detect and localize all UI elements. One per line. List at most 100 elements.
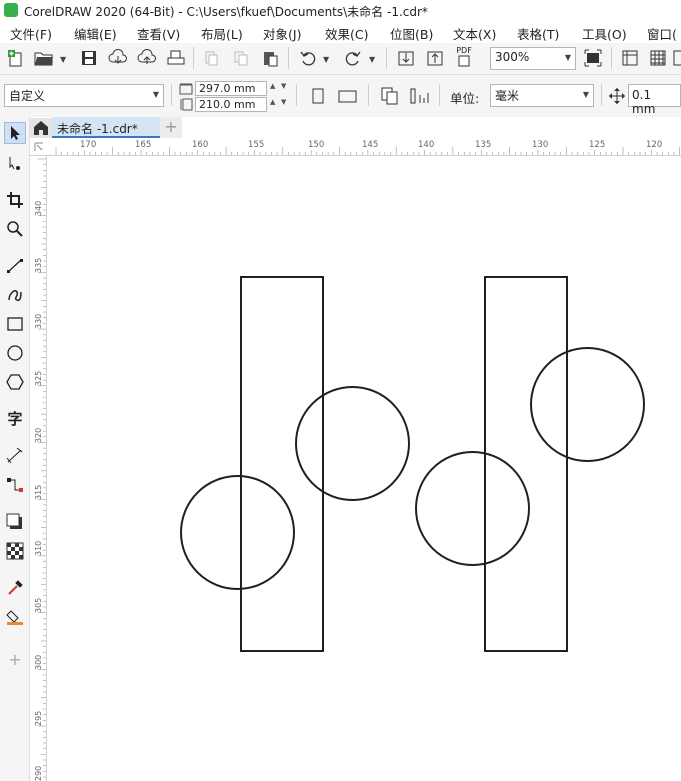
- cloud-upload-icon[interactable]: [136, 47, 158, 69]
- ruler-label: 295: [34, 710, 43, 726]
- landscape-icon[interactable]: [337, 87, 359, 105]
- menu-effects[interactable]: 效果(C): [325, 24, 368, 43]
- text-tool-icon[interactable]: 字: [4, 407, 26, 429]
- ruler-label: 130: [532, 140, 549, 150]
- open-dropdown-icon[interactable]: ▼: [60, 55, 66, 64]
- crop-tool-icon[interactable]: [4, 189, 26, 211]
- spin-up-icon[interactable]: ▲: [270, 82, 275, 90]
- rectangle-right[interactable]: [484, 276, 568, 652]
- menu-window[interactable]: 窗口(: [647, 24, 677, 43]
- export-icon[interactable]: [424, 47, 446, 69]
- standard-toolbar: ▼ ▼ ▼ PDF 300% ▼: [0, 43, 681, 75]
- pdf-label: PDF: [456, 46, 472, 55]
- all-pages-icon[interactable]: [379, 85, 401, 107]
- import-icon[interactable]: [395, 47, 417, 69]
- rectangle-tool-icon[interactable]: [4, 313, 26, 335]
- save-icon[interactable]: [78, 47, 100, 69]
- circle-lower-left[interactable]: [180, 475, 295, 590]
- property-bar: 自定义 ▼ 297.0 mm ▲ ▼ 210.0 mm ▲ ▼ 单位: 毫米 ▼…: [0, 75, 681, 118]
- polygon-tool-icon[interactable]: [4, 371, 26, 393]
- redo-icon[interactable]: [342, 47, 364, 69]
- undo-icon[interactable]: [297, 47, 319, 69]
- separator: [171, 84, 172, 106]
- show-grid-icon[interactable]: [647, 47, 669, 69]
- add-tool-icon[interactable]: +: [4, 648, 26, 670]
- menu-layout[interactable]: 布局(L): [201, 24, 243, 43]
- menu-view[interactable]: 查看(V): [137, 24, 180, 43]
- spin-down-icon[interactable]: ▼: [281, 82, 286, 90]
- separator: [193, 47, 194, 69]
- ruler-label: 330: [34, 313, 43, 329]
- circle-upper-left[interactable]: [295, 386, 410, 501]
- spin-down-icon[interactable]: ▼: [281, 98, 286, 106]
- ruler-label: 170: [80, 140, 97, 150]
- menu-edit[interactable]: 编辑(E): [74, 24, 117, 43]
- menu-file[interactable]: 文件(F): [10, 24, 52, 43]
- new-document-icon[interactable]: [5, 47, 27, 69]
- connector-tool-icon[interactable]: [4, 474, 26, 496]
- page-size-preset-value: 自定义: [9, 89, 46, 103]
- artistic-media-tool-icon[interactable]: [4, 283, 26, 305]
- full-screen-icon[interactable]: [582, 47, 604, 69]
- menu-object[interactable]: 对象(J): [263, 24, 301, 43]
- cloud-download-icon[interactable]: [107, 47, 129, 69]
- show-rulers-icon[interactable]: [619, 47, 641, 69]
- snap-to-icon[interactable]: [672, 47, 681, 69]
- portrait-icon[interactable]: [310, 87, 326, 105]
- circle-upper-right[interactable]: [530, 347, 645, 462]
- open-folder-icon[interactable]: [33, 47, 55, 69]
- ruler-origin-icon[interactable]: [34, 142, 44, 152]
- separator: [439, 84, 440, 106]
- chevron-down-icon: ▼: [564, 53, 571, 62]
- title-bar: CorelDRAW 2020 (64-Bit) - C:\Users\fkuef…: [0, 0, 681, 21]
- current-page-icon[interactable]: [408, 85, 430, 107]
- page-width-value: 297.0 mm: [199, 82, 256, 95]
- interactive-fill-tool-icon[interactable]: [4, 606, 26, 628]
- ruler-label: 340: [34, 200, 43, 216]
- vertical-ruler-ticks: [38, 158, 46, 778]
- units-label: 单位:: [450, 91, 480, 106]
- nudge-distance-icon: [609, 88, 625, 104]
- redo-dropdown-icon[interactable]: ▼: [369, 55, 375, 64]
- zoom-level-combo[interactable]: 300% ▼: [490, 47, 576, 70]
- menu-tools[interactable]: 工具(O): [582, 24, 627, 43]
- page-width-input[interactable]: 297.0 mm: [195, 81, 267, 96]
- units-combo[interactable]: 毫米 ▼: [490, 84, 594, 107]
- copy-icon[interactable]: [230, 47, 252, 69]
- toolbox: 字 +: [0, 117, 30, 781]
- welcome-home-tab[interactable]: [30, 118, 52, 138]
- menu-table[interactable]: 表格(T): [517, 24, 559, 43]
- circle-lower-right[interactable]: [415, 451, 530, 566]
- spin-up-icon[interactable]: ▲: [270, 98, 275, 106]
- paste-icon[interactable]: [259, 47, 281, 69]
- new-tab-plus-icon[interactable]: +: [160, 117, 182, 138]
- pick-tool-icon[interactable]: [4, 122, 26, 144]
- page-height-icon: [180, 98, 193, 111]
- print-icon[interactable]: [165, 47, 187, 69]
- menu-text[interactable]: 文本(X): [453, 24, 496, 43]
- cut-icon[interactable]: [200, 47, 222, 69]
- chevron-down-icon: ▼: [582, 90, 589, 99]
- ellipse-tool-icon[interactable]: [4, 342, 26, 364]
- drawing-canvas[interactable]: [48, 157, 681, 781]
- zoom-tool-icon[interactable]: [4, 218, 26, 240]
- vertical-ruler[interactable]: 340 335 330 325 320 315 310 305 300 295 …: [30, 156, 47, 781]
- shape-tool-icon[interactable]: [4, 153, 26, 175]
- transparency-tool-icon[interactable]: [4, 540, 26, 562]
- page-height-input[interactable]: 210.0 mm: [195, 97, 267, 112]
- horizontal-ruler[interactable]: 170 165 160 155 150 145 140 135 130 125 …: [30, 139, 681, 156]
- eyedropper-tool-icon[interactable]: [4, 577, 26, 599]
- undo-dropdown-icon[interactable]: ▼: [323, 55, 329, 64]
- freehand-tool-icon[interactable]: [4, 255, 26, 277]
- page-size-preset-combo[interactable]: 自定义 ▼: [4, 84, 164, 107]
- rectangle-left[interactable]: [240, 276, 324, 652]
- nudge-distance-input[interactable]: 0.1 mm: [628, 84, 681, 116]
- publish-pdf-icon[interactable]: PDF: [453, 46, 475, 68]
- drop-shadow-tool-icon[interactable]: [4, 511, 26, 533]
- document-tab[interactable]: 未命名 -1.cdr*: [52, 117, 160, 138]
- menu-bitmaps[interactable]: 位图(B): [390, 24, 433, 43]
- menu-bar: 文件(F) 编辑(E) 查看(V) 布局(L) 对象(J) 效果(C) 位图(B…: [0, 21, 681, 42]
- ruler-label: 300: [34, 654, 43, 670]
- parallel-dimension-tool-icon[interactable]: [4, 445, 26, 467]
- separator: [368, 84, 369, 106]
